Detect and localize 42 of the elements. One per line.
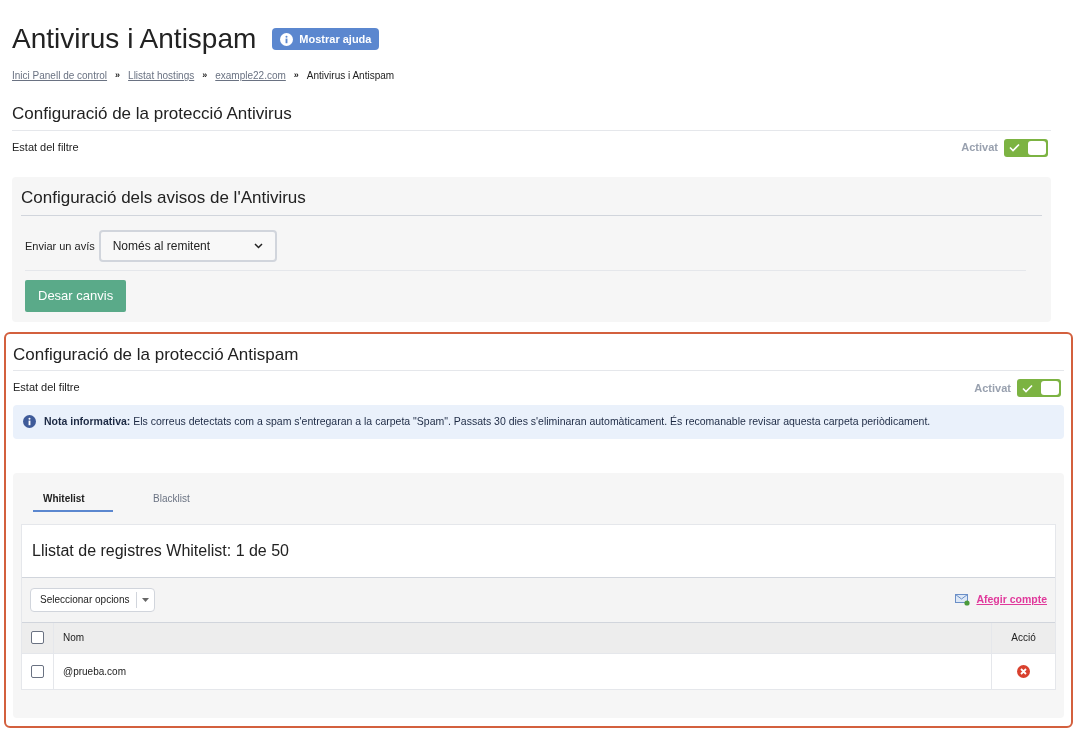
chevron-down-icon [253, 243, 263, 249]
save-button[interactable]: Desar canvis [25, 280, 127, 312]
table-cell-text: @prueba.com [62, 664, 127, 679]
delete-icon[interactable] [1017, 664, 1030, 678]
info-icon [23, 415, 36, 429]
toggle-switch[interactable] [1017, 379, 1061, 397]
tab[interactable]: Blacklist [143, 490, 200, 512]
page-title: Antivirus i Antispam [12, 22, 257, 56]
breadcrumb-separator: » [202, 68, 208, 82]
section-heading: Configuració dels avisos de l'Antivirus [21, 184, 1042, 216]
section-heading: Configuració de la protecció Antivirus [12, 101, 1051, 131]
caret-icon [141, 597, 149, 602]
check-icon [1022, 383, 1033, 393]
checkbox[interactable] [31, 631, 44, 645]
section-heading: Configuració de la protecció Antispam [13, 341, 1064, 371]
column-header: Acció [991, 622, 1055, 653]
check-icon [1009, 143, 1020, 152]
toggle-switch[interactable] [1004, 138, 1048, 157]
checkbox[interactable] [31, 664, 44, 678]
filter-label: Estat del filtre [13, 380, 80, 395]
toggle-label: Activat [961, 140, 998, 156]
options-dropdown[interactable]: Seleccionar opcions [30, 587, 155, 612]
toggle-label: Activat [974, 380, 1011, 396]
info-icon [280, 32, 294, 46]
tab[interactable]: Whitelist [33, 490, 113, 512]
envelope-plus-icon [955, 593, 971, 606]
list-title: Llistat de registres Whitelist: 1 de 50 [22, 524, 1055, 578]
add-account-link[interactable]: Afegir compte [955, 591, 1047, 608]
note-text: Nota informativa: Els correus detectats com a spam s'entregaran a la carpeta "Spam". Passats 30 dies s'eliminaran automàticament. És recomanable revisar aquesta carpeta periòdicament. [44, 414, 931, 429]
toggle-knob [1041, 381, 1059, 395]
breadcrumb-current: Antivirus i Antispam [306, 69, 395, 83]
filter-label: Estat del filtre [12, 139, 79, 155]
breadcrumb-link[interactable]: Inici Panell de control [12, 68, 108, 83]
breadcrumb-link[interactable]: Llistat hostings [128, 68, 195, 83]
breadcrumb-link[interactable]: example22.com [215, 68, 286, 83]
breadcrumb-separator: » [115, 68, 121, 82]
field-label: Enviar un avís [25, 238, 95, 254]
notice-select[interactable]: Només al remitent [98, 230, 277, 262]
toggle-knob [1028, 140, 1046, 155]
column-header: Nom [62, 631, 86, 646]
breadcrumb-separator: » [293, 68, 299, 82]
help-button[interactable]: Mostrar ajuda [272, 27, 380, 51]
